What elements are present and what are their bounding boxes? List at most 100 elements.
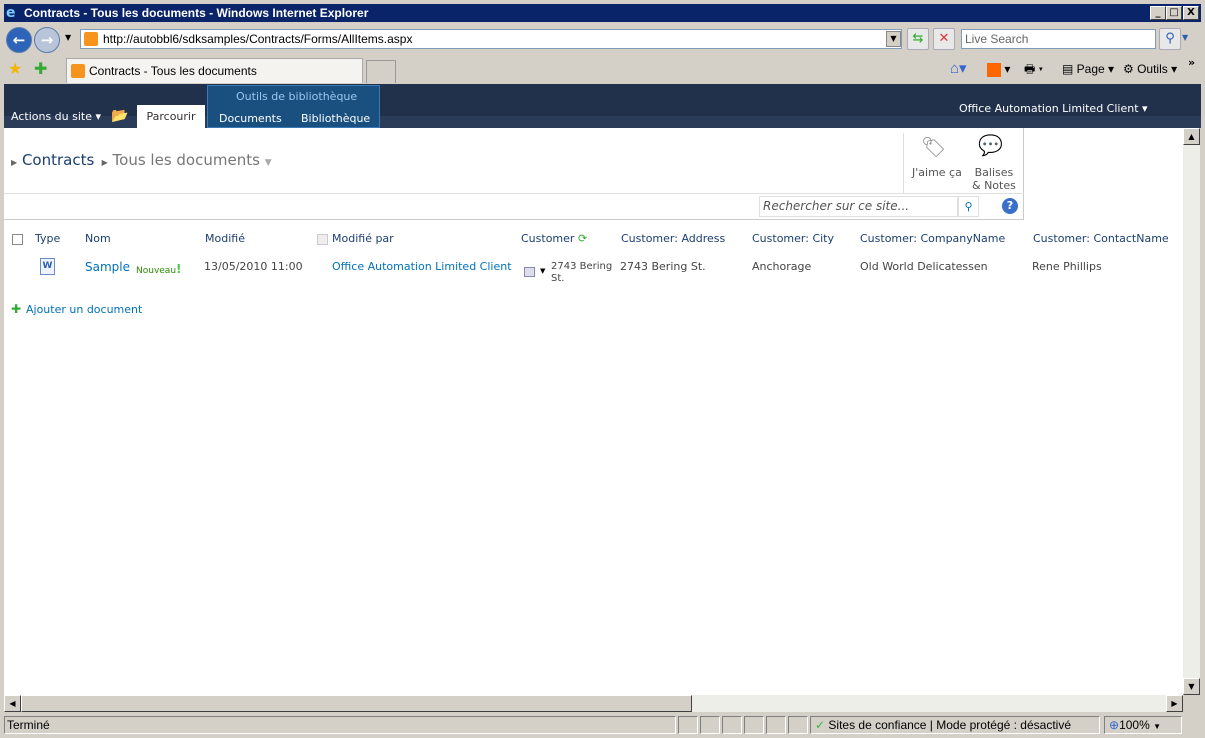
view-name: Tous les documents xyxy=(112,151,260,169)
check-icon: ✓ xyxy=(815,718,826,732)
security-zone[interactable]: ✓ Sites de confiance | Mode protégé : dé… xyxy=(810,716,1100,734)
close-button[interactable]: X xyxy=(1183,6,1199,20)
column-header-type[interactable]: Type xyxy=(35,232,60,245)
column-header-contact[interactable]: Customer: ContactName xyxy=(1033,232,1169,245)
customer-value: 2743 Bering St. xyxy=(551,261,612,285)
presence-icon xyxy=(317,234,328,245)
zone-label: Sites de confiance | Mode protégé : désa… xyxy=(828,718,1072,732)
status-cell xyxy=(744,716,764,734)
column-header-address[interactable]: Customer: Address xyxy=(621,232,725,245)
view-selector[interactable]: Tous les documents ▼ xyxy=(113,151,272,169)
column-header-name[interactable]: Nom xyxy=(85,232,111,245)
tools-menu[interactable]: ⚙ Outils ▾ xyxy=(1123,60,1177,78)
sharepoint-favicon-icon xyxy=(84,32,98,46)
status-cell xyxy=(766,716,786,734)
column-header-customer[interactable]: Customer ⟳ xyxy=(521,232,587,245)
favorites-star-icon[interactable]: ★ xyxy=(8,59,22,78)
scroll-down-button[interactable]: ▼ xyxy=(1183,678,1200,695)
horizontal-scroll-thumb[interactable] xyxy=(21,695,692,712)
scroll-right-button[interactable]: ▶ xyxy=(1166,695,1183,712)
search-placeholder: Live Search xyxy=(965,32,1029,46)
history-dropdown-icon[interactable]: ▼ xyxy=(65,33,71,42)
status-cell xyxy=(722,716,742,734)
modified-by-link[interactable]: Office Automation Limited Client xyxy=(332,260,512,273)
modified-date: 13/05/2010 11:00 xyxy=(204,260,303,273)
new-tab-button[interactable] xyxy=(366,60,396,83)
tags-notes-button[interactable]: Balises & Notes xyxy=(972,166,1016,192)
feeds-icon[interactable]: ▾ xyxy=(987,60,1010,78)
external-item-icon[interactable] xyxy=(524,267,535,277)
address-bar[interactable]: http://autobbl6/sdksamples/Contracts/For… xyxy=(80,29,902,49)
help-icon[interactable]: ? xyxy=(1002,198,1018,214)
status-cell xyxy=(700,716,720,734)
select-all-checkbox[interactable] xyxy=(12,234,23,245)
site-search-placeholder: Rechercher sur ce site... xyxy=(763,199,910,213)
status-bar: Terminé ✓ Sites de confiance | Mode prot… xyxy=(4,714,1201,736)
browser-tab[interactable]: Contracts - Tous les documents xyxy=(66,58,363,83)
company-value: Old World Delicatessen xyxy=(860,260,988,273)
column-header-city[interactable]: Customer: City xyxy=(752,232,834,245)
like-tag-icon[interactable]: 🏷 xyxy=(921,135,946,159)
minimize-button[interactable]: _ xyxy=(1150,6,1166,20)
new-badge: Nouveau! xyxy=(136,262,182,276)
site-actions-menu[interactable]: Actions du site ▾ xyxy=(11,110,101,123)
tools-label: Outils xyxy=(1137,62,1168,76)
address-dropdown-button[interactable]: ▼ xyxy=(886,31,901,47)
stop-button[interactable]: ✕ xyxy=(933,28,955,50)
refresh-button[interactable]: ⇆ xyxy=(907,28,929,50)
divider xyxy=(903,133,904,193)
customer-label: Customer xyxy=(521,232,575,245)
site-search-button[interactable]: ⚲ xyxy=(958,196,979,217)
window-title: Contracts - Tous les documents - Windows… xyxy=(24,6,369,20)
add-favorite-icon[interactable]: ✚ xyxy=(34,59,47,78)
tab-documents[interactable]: Documents xyxy=(219,112,282,125)
tab-title: Contracts - Tous les documents xyxy=(89,64,257,78)
forward-button[interactable]: → xyxy=(34,27,60,53)
library-tools-label: Outils de bibliothèque xyxy=(236,90,358,103)
maximize-button[interactable]: □ xyxy=(1166,6,1182,20)
like-button[interactable]: J'aime ça xyxy=(912,166,962,179)
live-search-input[interactable]: Live Search xyxy=(961,29,1156,49)
customer-line2: St. xyxy=(551,273,565,284)
divider xyxy=(4,219,1024,220)
tab-library[interactable]: Bibliothèque xyxy=(301,112,370,125)
title-bar: Contracts - Tous les documents - Windows… xyxy=(4,4,1201,22)
add-document-link[interactable]: Ajouter un document xyxy=(26,303,142,316)
breadcrumb: ▶ Contracts ▶ Tous les documents ▼ xyxy=(11,151,272,169)
tab-browse[interactable]: Parcourir xyxy=(137,105,205,128)
new-badge-label: Nouveau xyxy=(136,266,177,276)
search-options-dropdown[interactable]: ▼ xyxy=(1182,33,1188,42)
print-icon[interactable]: 🖶 ▾ xyxy=(1024,60,1043,78)
column-header-company[interactable]: Customer: CompanyName xyxy=(860,232,1005,245)
scroll-up-button[interactable]: ▲ xyxy=(1183,128,1200,145)
site-search-input[interactable]: Rechercher sur ce site... xyxy=(759,196,958,217)
tags-label: Balises xyxy=(974,166,1014,179)
url-text: http://autobbl6/sdksamples/Contracts/For… xyxy=(103,32,413,46)
page-menu[interactable]: ▤ Page ▾ xyxy=(1062,60,1114,78)
more-chevron-icon[interactable]: » xyxy=(1188,56,1195,69)
column-header-modified[interactable]: Modifié xyxy=(205,232,245,245)
contact-value: Rene Phillips xyxy=(1032,260,1102,273)
add-icon[interactable]: ✚ xyxy=(11,302,21,316)
vertical-scrollbar[interactable] xyxy=(1183,128,1200,695)
column-header-modified-by[interactable]: Modifié par xyxy=(332,232,394,245)
item-menu-dropdown[interactable]: ▼ xyxy=(540,267,545,275)
zoom-control[interactable]: ⊕100% ▼ xyxy=(1104,716,1182,734)
site-actions-label: Actions du site xyxy=(11,110,92,123)
divider xyxy=(1023,128,1024,220)
word-doc-icon[interactable]: W xyxy=(40,258,55,275)
status-text: Terminé xyxy=(4,716,676,734)
customer-line1: 2743 Bering xyxy=(551,261,613,272)
status-label: Terminé xyxy=(7,718,50,732)
search-icon[interactable]: ⚲ xyxy=(1159,28,1181,50)
breadcrumb-site-link[interactable]: Contracts xyxy=(22,151,94,169)
home-icon[interactable]: ⌂▾ xyxy=(950,60,967,78)
user-menu[interactable]: Office Automation Limited Client ▾ xyxy=(959,102,1148,115)
back-button[interactable]: ← xyxy=(6,27,32,53)
user-name: Office Automation Limited Client xyxy=(959,102,1139,115)
scroll-left-button[interactable]: ◀ xyxy=(4,695,21,712)
refresh-external-data-icon[interactable]: ⟳ xyxy=(578,232,587,245)
document-name-link[interactable]: Sample xyxy=(85,260,130,274)
tags-notes-icon[interactable]: 💬 xyxy=(978,133,1003,157)
navigate-up-icon[interactable]: 📂 xyxy=(111,108,128,124)
